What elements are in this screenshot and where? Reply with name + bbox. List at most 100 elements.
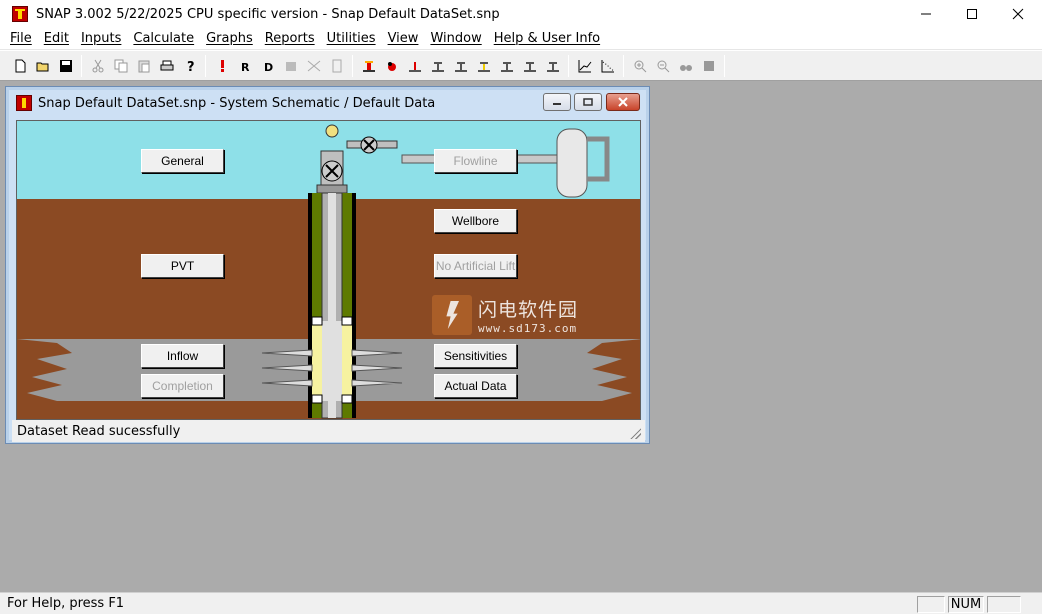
report-d-icon: D xyxy=(264,61,273,73)
report-r-glyph: R xyxy=(241,61,250,73)
print-button[interactable] xyxy=(155,55,178,77)
svg-text:?: ? xyxy=(187,60,195,73)
general-button[interactable]: General xyxy=(141,149,224,173)
pvt-button[interactable]: PVT xyxy=(141,254,224,278)
report-r-button[interactable]: R xyxy=(233,55,256,77)
report-disabled-icon xyxy=(285,61,296,71)
well-yellow-button[interactable] xyxy=(357,55,380,77)
wellbore-button[interactable]: Wellbore xyxy=(434,209,517,233)
status-panel-num: NUM xyxy=(948,596,984,613)
well-button-3[interactable] xyxy=(403,55,426,77)
snap-app-icon xyxy=(12,6,28,22)
well-button-4[interactable] xyxy=(426,55,449,77)
completion-button[interactable]: Completion xyxy=(141,374,224,398)
child-close-button[interactable] xyxy=(606,93,640,111)
packer-icon xyxy=(311,316,323,326)
child-minimize-button[interactable] xyxy=(543,93,571,111)
alert-icon xyxy=(220,59,224,72)
menu-calculate[interactable]: Calculate xyxy=(127,31,200,46)
open-button[interactable] xyxy=(31,55,54,77)
restore-icon xyxy=(583,98,593,106)
paste-button[interactable] xyxy=(132,55,155,77)
no-artificial-lift-button[interactable]: No Artificial Lift xyxy=(434,254,517,278)
help-icon: ? xyxy=(187,60,195,73)
cut-button[interactable] xyxy=(86,55,109,77)
menu-file[interactable]: File xyxy=(4,31,38,46)
zoom-out-button[interactable] xyxy=(651,55,674,77)
plot-dotted-button[interactable] xyxy=(596,55,619,77)
well-button-6[interactable] xyxy=(472,55,495,77)
status-help-text: For Help, press F1 xyxy=(7,596,125,611)
minimize-icon xyxy=(553,103,561,105)
page-disabled-button[interactable] xyxy=(325,55,348,77)
toolbar-separator xyxy=(205,54,206,77)
save-icon xyxy=(59,59,72,72)
system-schematic: 闪电软件园 www.sd173.com General Flowline Wel… xyxy=(16,120,641,420)
schematic-child-window[interactable]: Snap Default DataSet.snp - System Schema… xyxy=(5,86,650,444)
plot-dotted-icon xyxy=(601,59,614,72)
menu-utilities[interactable]: Utilities xyxy=(321,31,382,46)
watermark-url: www.sd173.com xyxy=(478,322,578,335)
paste-icon xyxy=(138,60,149,72)
save-button[interactable] xyxy=(54,55,77,77)
well-schematic-drawing xyxy=(17,121,640,419)
well-button-9[interactable] xyxy=(541,55,564,77)
stop-icon xyxy=(703,60,714,71)
plot-button[interactable] xyxy=(573,55,596,77)
copy-icon xyxy=(114,59,127,72)
well-red-icon xyxy=(387,61,396,71)
menu-bar: File Edit Inputs Calculate Graphs Report… xyxy=(0,28,1042,50)
copy-button[interactable] xyxy=(109,55,132,77)
zoom-in-button[interactable] xyxy=(628,55,651,77)
actual-data-button[interactable]: Actual Data xyxy=(434,374,517,398)
context-help-button[interactable]: ? xyxy=(178,55,201,77)
close-icon xyxy=(618,97,628,107)
toolbar-separator xyxy=(352,54,353,77)
well-button-5[interactable] xyxy=(449,55,472,77)
toolbar-separator xyxy=(724,54,725,77)
binoculars-icon xyxy=(679,64,692,71)
child-maximize-button[interactable] xyxy=(574,93,602,111)
binoculars-button[interactable] xyxy=(674,55,697,77)
stop-button[interactable] xyxy=(697,55,720,77)
new-button[interactable] xyxy=(8,55,31,77)
open-icon xyxy=(36,62,48,71)
maximize-icon xyxy=(967,9,977,19)
alert-button[interactable] xyxy=(210,55,233,77)
flowline-button[interactable]: Flowline xyxy=(434,149,517,173)
status-bar: For Help, press F1 NUM xyxy=(0,592,1042,614)
report-disabled-button[interactable] xyxy=(279,55,302,77)
plot-icon xyxy=(578,59,591,72)
minimize-icon xyxy=(921,13,931,15)
well-button-7[interactable] xyxy=(495,55,518,77)
maximize-button[interactable] xyxy=(949,0,995,28)
well-red-button[interactable] xyxy=(380,55,403,77)
menu-inputs[interactable]: Inputs xyxy=(75,31,127,46)
menu-reports[interactable]: Reports xyxy=(259,31,321,46)
toolbar-separator xyxy=(623,54,624,77)
close-button[interactable] xyxy=(995,0,1041,28)
menu-graphs[interactable]: Graphs xyxy=(200,31,259,46)
watermark-logo-icon xyxy=(432,295,472,335)
close-icon xyxy=(1012,8,1024,20)
schematic-disabled-icon xyxy=(307,60,320,71)
page-disabled-icon xyxy=(332,59,341,72)
child-status-text: Dataset Read sucessfully xyxy=(17,423,181,439)
menu-edit[interactable]: Edit xyxy=(38,31,75,46)
resize-grip-icon[interactable] xyxy=(629,427,641,439)
report-d-button[interactable]: D xyxy=(256,55,279,77)
menu-window[interactable]: Window xyxy=(424,31,487,46)
sensitivities-button[interactable]: Sensitivities xyxy=(434,344,517,368)
menu-view[interactable]: View xyxy=(382,31,425,46)
well-icon-4 xyxy=(431,61,444,72)
watermark-text: 闪电软件园 xyxy=(478,299,579,321)
well-icon-6 xyxy=(477,61,490,72)
new-icon xyxy=(15,59,25,72)
inflow-button[interactable]: Inflow xyxy=(141,344,224,368)
well-icon-7 xyxy=(500,61,513,72)
menu-help[interactable]: Help & User Info xyxy=(488,31,606,46)
schematic-disabled-button[interactable] xyxy=(302,55,325,77)
minimize-button[interactable] xyxy=(903,0,949,28)
zoom-out-icon xyxy=(657,60,669,72)
well-button-8[interactable] xyxy=(518,55,541,77)
